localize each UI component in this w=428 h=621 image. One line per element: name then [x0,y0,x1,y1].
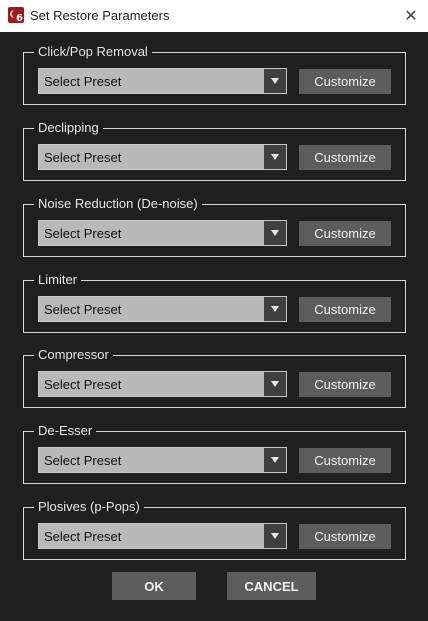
group-label: Plosives (p-Pops) [34,499,144,515]
ok-button[interactable]: OK [112,572,196,600]
group-plosives: Plosives (p-Pops) Select Preset Customiz… [23,499,406,560]
close-icon[interactable]: ✕ [398,4,424,28]
group-de-esser: De-Esser Select Preset Customize [23,423,406,484]
group-label: Compressor [34,347,113,363]
customize-button[interactable]: Customize [299,221,391,246]
app-icon-number: 6 [16,13,23,23]
preset-select[interactable]: Select Preset [38,371,287,397]
customize-button[interactable]: Customize [299,372,391,397]
chevron-down-icon[interactable] [264,69,286,93]
group-click-pop-removal: Click/Pop Removal Select Preset Customiz… [23,44,406,105]
cancel-button[interactable]: CANCEL [227,572,316,600]
group-declipping: Declipping Select Preset Customize [23,120,406,181]
preset-select[interactable]: Select Preset [38,68,287,94]
preset-select-value: Select Preset [44,302,122,317]
group-label: Noise Reduction (De-noise) [34,196,202,212]
group-compressor: Compressor Select Preset Customize [23,347,406,408]
chevron-down-icon[interactable] [264,221,286,245]
group-label: Limiter [34,272,82,288]
preset-select[interactable]: Select Preset [38,220,287,246]
customize-button[interactable]: Customize [299,297,391,322]
preset-select-value: Select Preset [44,377,122,392]
group-label: De-Esser [34,423,97,439]
preset-select-value: Select Preset [44,453,122,468]
chevron-down-icon[interactable] [264,524,286,548]
preset-select[interactable]: Select Preset [38,296,287,322]
app-logo-icon: 6 [8,7,24,23]
preset-select[interactable]: Select Preset [38,523,287,549]
customize-button[interactable]: Customize [299,448,391,473]
customize-button[interactable]: Customize [299,524,391,549]
preset-select[interactable]: Select Preset [38,447,287,473]
group-limiter: Limiter Select Preset Customize [23,272,406,333]
group-noise-reduction: Noise Reduction (De-noise) Select Preset… [23,196,406,257]
window-title: Set Restore Parameters [30,8,170,23]
preset-select-value: Select Preset [44,529,122,544]
group-label: Declipping [34,120,103,136]
preset-select-value: Select Preset [44,226,122,241]
chevron-down-icon[interactable] [264,297,286,321]
preset-select-value: Select Preset [44,150,122,165]
preset-select[interactable]: Select Preset [38,144,287,170]
customize-button[interactable]: Customize [299,69,391,94]
title-bar: 6 Set Restore Parameters ✕ [0,0,428,32]
chevron-down-icon[interactable] [264,145,286,169]
customize-button[interactable]: Customize [299,145,391,170]
group-label: Click/Pop Removal [34,44,152,60]
chevron-down-icon[interactable] [264,372,286,396]
preset-select-value: Select Preset [44,74,122,89]
chevron-down-icon[interactable] [264,448,286,472]
